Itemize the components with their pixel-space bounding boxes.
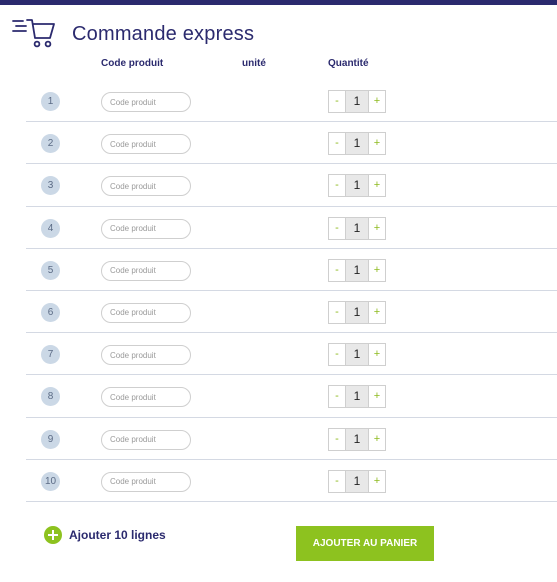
product-code-input[interactable] [101,345,191,366]
quantity-value[interactable]: 1 [346,258,368,282]
line-number-badge: 10 [41,471,60,491]
line-number-badge: 4 [41,218,60,238]
page-title: Commande express [72,22,255,45]
product-code-input[interactable] [101,387,191,408]
line-number-badge: 1 [41,92,60,111]
column-header-code: Code produit [101,58,164,69]
plus-circle-icon [44,526,62,544]
column-header-quantity: Quantité [328,58,369,69]
order-line-row: 10 -1+ [26,460,557,502]
quantity-stepper: -1 + [328,90,386,113]
line-number-badge: 8 [41,387,60,407]
line-number-badge: 5 [41,260,60,280]
order-line-row: 9 -1+ [26,418,557,460]
quantity-value[interactable]: 1 [346,216,368,240]
quantity-decrement-button[interactable]: - [328,427,346,451]
line-number-badge: 7 [41,345,60,365]
order-line-row: 1-1+ [26,80,557,123]
quantity-stepper: -1 + [328,300,386,324]
quantity-decrement-button[interactable]: - [328,469,346,493]
quantity-decrement-button[interactable]: - [328,385,346,409]
product-code-input[interactable] [101,176,191,197]
line-number-badge: 9 [41,429,60,449]
line-number-badge: 6 [41,302,60,322]
quantity-increment-button[interactable]: + [368,174,386,198]
page-header: Commande express [12,17,254,51]
quantity-value[interactable]: 1 [346,90,368,113]
order-line-row: 6 -1+ [26,291,557,334]
order-line-row: 5 -1+ [26,249,557,291]
quantity-stepper: -1 + [328,132,386,156]
quantity-stepper: -1 + [328,258,386,282]
quantity-decrement-button[interactable]: - [328,132,346,156]
quantity-stepper: -1 + [328,174,386,198]
quantity-decrement-button[interactable]: - [328,216,346,240]
express-cart-icon [12,19,55,48]
quantity-decrement-button[interactable]: - [328,300,346,324]
order-line-row: 8 -1+ [26,375,557,418]
order-line-row: 3 -1+ [26,164,557,207]
quantity-increment-button[interactable]: + [368,385,386,409]
add-to-cart-button[interactable]: AJOUTER AU PANIER [296,526,434,561]
quantity-increment-button[interactable]: + [368,427,386,451]
quantity-increment-button[interactable]: + [368,90,386,113]
top-accent-bar [0,0,557,5]
product-code-input[interactable] [101,471,191,492]
quantity-decrement-button[interactable]: - [328,90,346,113]
column-header-unit: unité [242,58,266,69]
product-code-input[interactable] [101,260,191,281]
quantity-increment-button[interactable]: + [368,343,386,367]
product-code-input[interactable] [101,302,191,323]
add-lines-button[interactable]: Ajouter 10 lignes [44,526,166,544]
quantity-decrement-button[interactable]: - [328,174,346,198]
product-code-input[interactable] [101,429,191,450]
quantity-stepper: -1 + [328,343,386,367]
quantity-increment-button[interactable]: + [368,469,386,493]
quantity-increment-button[interactable]: + [368,132,386,156]
quantity-value[interactable]: 1 [346,132,368,156]
quantity-increment-button[interactable]: + [368,258,386,282]
order-line-row: 2 -1+ [26,122,557,165]
quantity-value[interactable]: 1 [346,385,368,409]
quantity-decrement-button[interactable]: - [328,343,346,367]
quantity-value[interactable]: 1 [346,427,368,451]
product-code-input[interactable] [101,218,191,239]
quantity-stepper: -1 + [328,216,386,240]
product-code-input[interactable] [101,134,191,155]
line-number-badge: 2 [41,134,60,154]
quantity-stepper: -1 + [328,427,386,451]
line-number-badge: 3 [41,176,60,196]
quantity-value[interactable]: 1 [346,300,368,324]
product-code-input[interactable] [101,92,191,112]
quantity-value[interactable]: 1 [346,469,368,493]
quantity-value[interactable]: 1 [346,343,368,367]
order-line-row: 7 -1+ [26,333,557,376]
quantity-increment-button[interactable]: + [368,300,386,324]
quantity-stepper: -1 + [328,385,386,409]
quantity-decrement-button[interactable]: - [328,258,346,282]
add-lines-label: Ajouter 10 lignes [69,528,166,542]
quantity-value[interactable]: 1 [346,174,368,198]
order-lines: 1-1+2-1+3-1+4-1+5-1+6-1+7-1+8-1+9-1+10-1… [26,80,557,502]
quantity-increment-button[interactable]: + [368,216,386,240]
order-line-row: 4 -1+ [26,207,557,249]
quantity-stepper: -1 + [328,469,386,493]
